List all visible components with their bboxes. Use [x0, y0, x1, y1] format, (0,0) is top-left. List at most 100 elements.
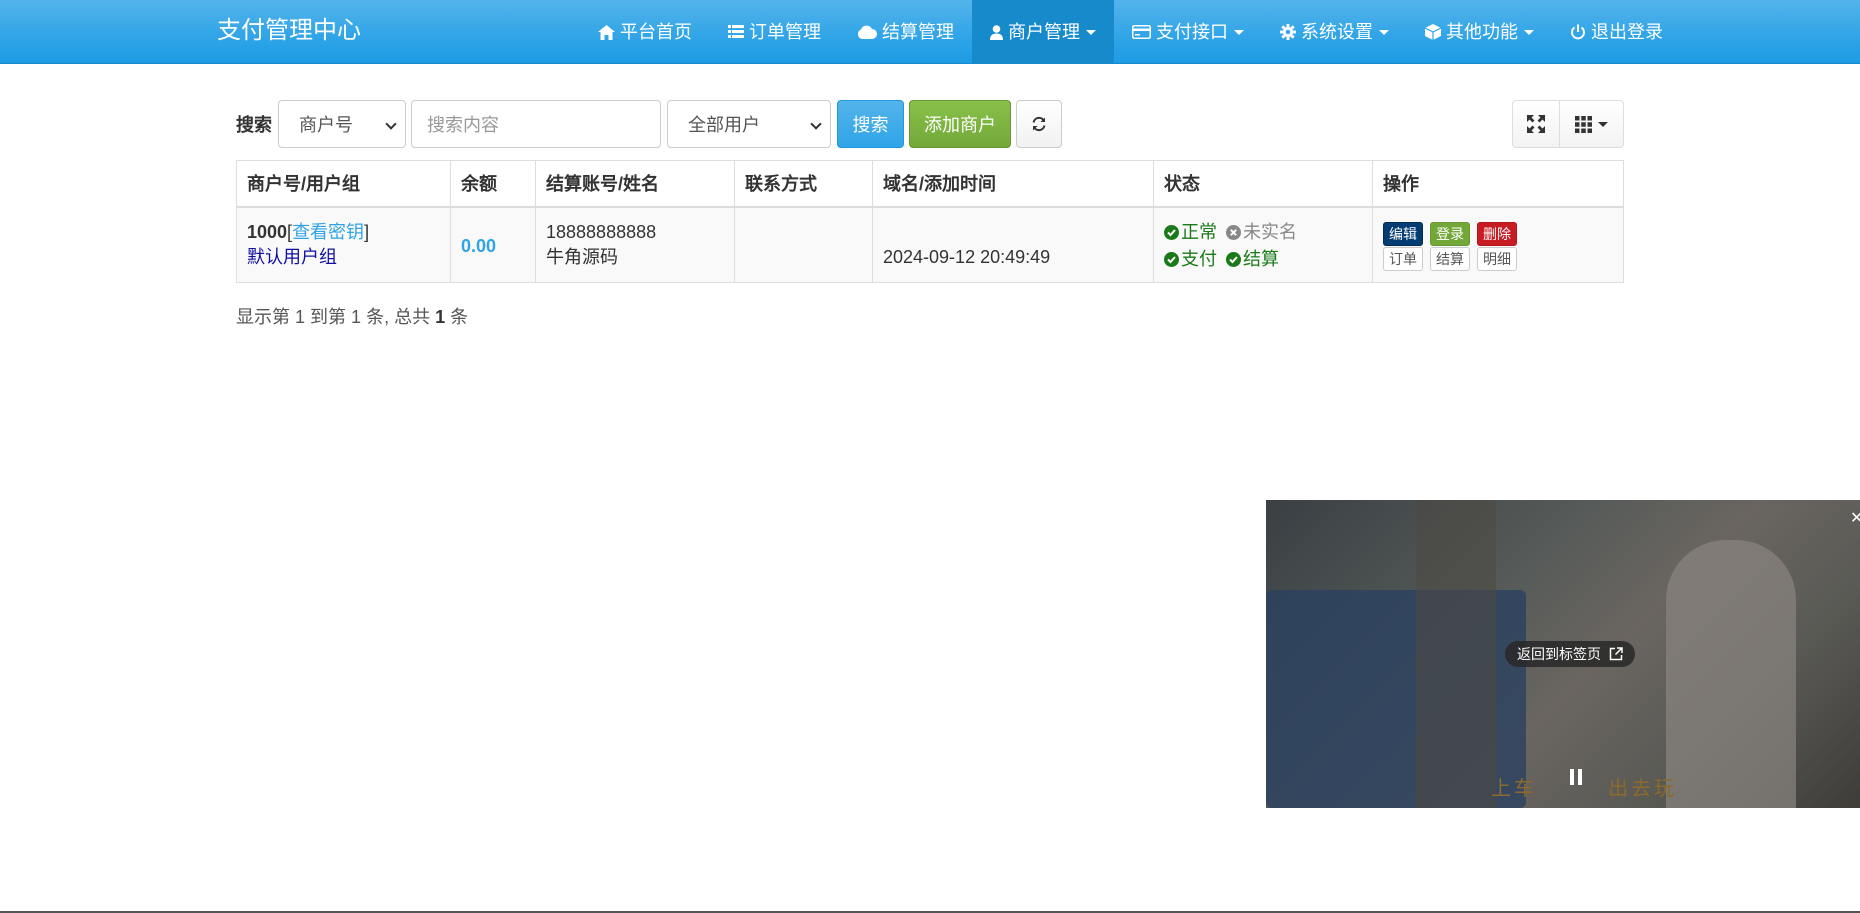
header-merchant-group[interactable]: 商户号/用户组 — [236, 160, 451, 208]
chevron-down-icon — [810, 118, 822, 130]
settle-name: 牛角源码 — [546, 246, 618, 267]
added-time: 2024-09-12 20:49:49 — [883, 246, 1051, 267]
merchant-id: 1000 — [247, 221, 288, 242]
fullscreen-button[interactable] — [1512, 100, 1560, 148]
header-balance[interactable]: 余额 — [450, 160, 536, 208]
search-field-select[interactable]: 商户号 — [278, 100, 406, 148]
domain-value — [883, 220, 1143, 245]
table-tools — [1512, 100, 1624, 148]
search-input[interactable]: 搜索内容 — [411, 100, 661, 148]
cube-icon — [1425, 24, 1441, 40]
nav-other-functions[interactable]: 其他功能 — [1407, 0, 1552, 64]
cell-merchant: 1000[查看密钥] 默认用户组 — [236, 206, 451, 283]
search-button[interactable]: 搜索 — [837, 100, 904, 148]
cell-status: 正常 未实名 支付 结算 — [1153, 206, 1373, 283]
user-icon — [990, 24, 1003, 40]
nav-settlement-label: 结算管理 — [882, 22, 954, 42]
external-link-icon — [1609, 647, 1623, 661]
summary-to: 1 — [351, 307, 362, 327]
video-frame-pillar — [1416, 500, 1496, 808]
status-realname[interactable]: 未实名 — [1226, 220, 1297, 245]
refresh-icon — [1032, 116, 1046, 132]
nav-payment-api[interactable]: 支付接口 — [1114, 0, 1262, 64]
status-settle[interactable]: 结算 — [1226, 247, 1279, 272]
header-status[interactable]: 状态 — [1153, 160, 1373, 208]
header-settle-account[interactable]: 结算账号/姓名 — [535, 160, 735, 208]
balance-value: 0.00 — [461, 235, 497, 256]
pagination-summary: 显示第 1 到第 1 条, 总共 1 条 — [236, 303, 468, 329]
columns-button[interactable] — [1560, 100, 1624, 148]
header-domain-time[interactable]: 域名/添加时间 — [872, 160, 1154, 208]
list-icon — [728, 25, 744, 38]
status-realname-label: 未实名 — [1243, 221, 1298, 242]
cell-domain-time: 2024-09-12 20:49:49 — [872, 206, 1154, 283]
edit-button[interactable]: 编辑 — [1383, 221, 1423, 246]
status-pay-label: 支付 — [1181, 248, 1217, 269]
delete-button[interactable]: 删除 — [1477, 221, 1518, 246]
cell-account: 18888888888 牛角源码 — [535, 206, 735, 283]
status-pay[interactable]: 支付 — [1164, 247, 1217, 272]
nav-payment-api-label: 支付接口 — [1156, 22, 1228, 42]
search-label: 搜索 — [236, 115, 272, 135]
login-button[interactable]: 登录 — [1430, 221, 1471, 246]
user-group-link[interactable]: 默认用户组 — [247, 245, 440, 270]
nav-settlement[interactable]: 结算管理 — [839, 0, 972, 64]
header-contact[interactable]: 联系方式 — [734, 160, 873, 208]
summary-suffix: 条 — [445, 307, 469, 327]
status-normal-label: 正常 — [1181, 221, 1217, 242]
view-key-link[interactable]: 查看密钥 — [292, 222, 364, 242]
settle-account: 18888888888 — [546, 221, 657, 242]
bracket-close: ] — [364, 221, 370, 242]
pip-video-player[interactable]: ✕ 返回到标签页 上车 出去玩 — [1266, 500, 1860, 808]
cell-contact — [734, 206, 873, 283]
main-nav: 平台首页 订单管理 结算管理 商户管理 支付接口 系统设置 其他功能 退出登录 — [580, 0, 1681, 64]
close-icon[interactable]: ✕ — [1850, 508, 1860, 528]
nav-system-settings-label: 系统设置 — [1301, 22, 1373, 42]
cloud-icon — [857, 25, 877, 39]
nav-orders[interactable]: 订单管理 — [710, 0, 839, 64]
merchants-table: 商户号/用户组 余额 结算账号/姓名 联系方式 域名/添加时间 状态 操作 10… — [236, 160, 1624, 283]
brand-title[interactable]: 支付管理中心 — [217, 0, 361, 64]
nav-system-settings[interactable]: 系统设置 — [1262, 0, 1407, 64]
chevron-down-icon — [1379, 29, 1389, 35]
nav-merchants[interactable]: 商户管理 — [972, 0, 1114, 64]
chevron-down-icon — [385, 118, 397, 130]
credit-card-icon — [1132, 25, 1151, 39]
user-filter-select[interactable]: 全部用户 — [667, 100, 831, 148]
summary-prefix: 显示第 — [236, 307, 296, 327]
back-to-tab-button[interactable]: 返回到标签页 — [1505, 641, 1635, 667]
orders-button[interactable]: 订单 — [1383, 246, 1423, 271]
pause-icon[interactable] — [1570, 769, 1582, 785]
chevron-down-icon — [1598, 121, 1608, 127]
settle-button[interactable]: 结算 — [1430, 246, 1471, 271]
gear-icon — [1280, 24, 1296, 40]
header-actions[interactable]: 操作 — [1372, 160, 1624, 208]
cell-actions: 编辑 登录 删除 订单 结算 明细 — [1372, 206, 1624, 283]
fullscreen-icon — [1527, 115, 1545, 133]
check-circle-icon — [1226, 251, 1242, 267]
summary-mid2: 条, 总共 — [361, 307, 436, 327]
nav-logout[interactable]: 退出登录 — [1552, 0, 1681, 64]
nav-other-functions-label: 其他功能 — [1446, 22, 1518, 42]
nav-home-label: 平台首页 — [620, 22, 692, 42]
chevron-down-icon — [1524, 29, 1534, 35]
chevron-down-icon — [1234, 29, 1244, 35]
summary-total: 1 — [435, 307, 446, 327]
table-row: 1000[查看密钥] 默认用户组 0.00 18888888888 牛角源码 2… — [236, 206, 1624, 283]
search-toolbar: 搜索 商户号 搜索内容 全部用户 搜索 添加商户 — [236, 100, 1062, 148]
summary-from: 1 — [295, 307, 306, 327]
table-header-row: 商户号/用户组 余额 结算账号/姓名 联系方式 域名/添加时间 状态 操作 — [236, 160, 1624, 208]
search-field-value: 商户号 — [299, 115, 353, 135]
detail-button[interactable]: 明细 — [1477, 246, 1518, 271]
add-merchant-button[interactable]: 添加商户 — [909, 100, 1011, 148]
status-normal[interactable]: 正常 — [1164, 220, 1217, 245]
nav-orders-label: 订单管理 — [749, 22, 821, 42]
refresh-button[interactable] — [1016, 100, 1062, 148]
subtitle-right: 出去玩 — [1599, 778, 1678, 800]
check-circle-icon — [1164, 251, 1179, 267]
home-icon — [598, 24, 615, 40]
nav-home[interactable]: 平台首页 — [580, 0, 710, 64]
subtitle-left: 上车 — [1491, 778, 1546, 800]
nav-logout-label: 退出登录 — [1591, 22, 1663, 42]
top-navbar: 支付管理中心 平台首页 订单管理 结算管理 商户管理 支付接口 系统设置 其他功… — [0, 0, 1860, 64]
